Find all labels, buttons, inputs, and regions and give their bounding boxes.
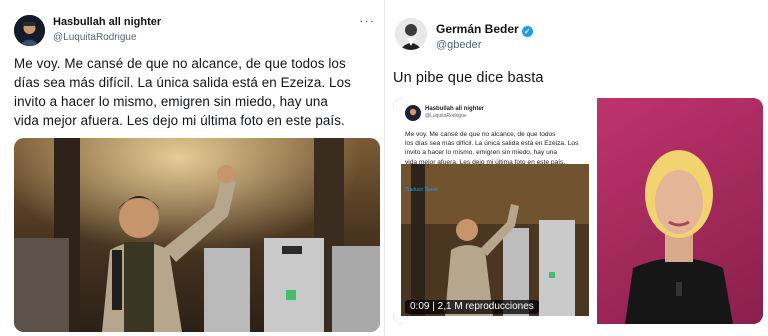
left-tweet-card[interactable]: Hasbullah all nighter @LuquitaRodrigue ·… [0, 0, 385, 336]
embedded-tweet-text: Me voy. Me cansé de que no alcance, de q… [405, 130, 593, 167]
embedded-text-line: los días sea más difícil. La única salid… [405, 140, 579, 148]
avatar-image [14, 15, 45, 46]
tweet-text-line: días sea más difícil. La única salida es… [14, 75, 351, 90]
embedded-display-name: Hasbullah all nighter [425, 106, 485, 112]
tweet-photo[interactable] [14, 138, 380, 332]
display-name[interactable]: Germán Beder ✓ [436, 22, 533, 37]
handle[interactable]: @LuquitaRodrigue [53, 32, 137, 43]
embedded-text-line: Me voy. Me cansé de que no alcance, de q… [405, 131, 556, 138]
right-tweet-card[interactable]: Germán Beder ✓ @gbeder Un pibe que dice b… [387, 0, 768, 336]
display-name-text[interactable]: Germán Beder [436, 22, 519, 36]
handle[interactable]: @gbeder [436, 39, 481, 51]
video-duration: 0:09 [410, 301, 430, 312]
embedded-text-line: vida mejor afuera. Les dejo mi última fo… [405, 158, 566, 166]
tweet-text: Me voy. Me cansé de que no alcance, de q… [14, 54, 382, 130]
avatar[interactable] [395, 18, 427, 50]
translate-link: Traducir Tweet [405, 187, 438, 193]
verified-badge-icon: ✓ [521, 26, 533, 37]
tweet-text-line: Me voy. Me cansé de que no alcance, de q… [14, 56, 346, 71]
video-views: 2,1 M reproducciones [437, 301, 534, 312]
avatar-image [395, 18, 427, 50]
tweet-text: Un pibe que dice basta [393, 70, 544, 86]
subway-photo [14, 138, 380, 332]
tweet-text-line: invito a hacer lo mismo, emigren sin mie… [14, 94, 328, 109]
tweet-text-line: vida mejor afuera. Les dejo mi última fo… [14, 113, 345, 128]
tweet-video[interactable]: Hasbullah all nighter @LuquitaRodrigue M… [393, 98, 763, 324]
avatar[interactable] [14, 15, 45, 46]
embedded-text-line: invito a hacer lo mismo, emigren sin mie… [405, 149, 558, 157]
video-meta: 0:09 | 2,1 M reproducciones [405, 300, 539, 314]
avatar [405, 105, 421, 121]
more-horizontal-icon[interactable]: ··· [359, 14, 375, 27]
embedded-handle: @LuquitaRodrigue [425, 113, 467, 119]
display-name[interactable]: Hasbullah all nighter [53, 16, 161, 28]
